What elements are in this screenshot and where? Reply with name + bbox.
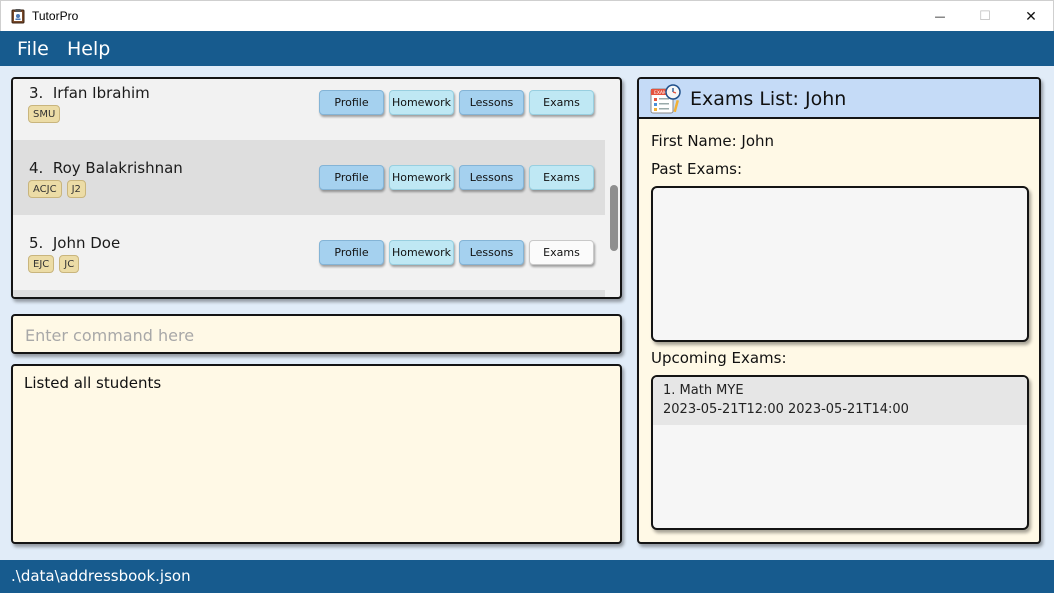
student-name: 3. Irfan Ibrahim	[29, 84, 150, 102]
lessons-button[interactable]: Lessons	[459, 165, 524, 190]
close-button[interactable]: ✕	[1008, 1, 1054, 32]
tag-list: EJC JC	[28, 255, 80, 273]
lessons-button[interactable]: Lessons	[459, 240, 524, 265]
tag: SMU	[28, 105, 61, 123]
list-item[interactable]: 4. Roy Balakrishnan ACJC J2 Profile Home…	[13, 140, 605, 215]
tag: ACJC	[28, 180, 62, 198]
command-box	[11, 314, 622, 354]
maximize-button[interactable]: ☐	[962, 1, 1008, 32]
homework-button[interactable]: Homework	[389, 240, 454, 265]
upcoming-exams-list[interactable]: 1. Math MYE 2023-05-21T12:00 2023-05-21T…	[651, 375, 1029, 530]
homework-button[interactable]: Homework	[389, 165, 454, 190]
exam-calendar-icon: EXAM	[650, 84, 681, 114]
clipboard-icon	[11, 9, 25, 24]
tag-list: SMU	[28, 105, 61, 123]
first-name-label: First Name: John	[651, 132, 775, 150]
list-item[interactable]	[13, 290, 605, 297]
main-area: 3. Irfan Ibrahim SMU Profile Homework Le…	[0, 66, 1054, 560]
list-scrollbar[interactable]	[610, 185, 618, 251]
window-title: TutorPro	[32, 9, 79, 23]
student-name: 5. John Doe	[29, 234, 121, 252]
result-text: Listed all students	[24, 374, 162, 392]
tag-list: ACJC J2	[28, 180, 86, 198]
title-bar: TutorPro — ☐ ✕	[0, 0, 1054, 31]
profile-button[interactable]: Profile	[319, 90, 384, 115]
student-name: 4. Roy Balakrishnan	[29, 159, 183, 177]
file-path: .\data\addressbook.json	[11, 567, 191, 585]
exam-start-time: 2023-05-21T12:00	[663, 402, 784, 417]
exam-name: 1. Math MYE	[663, 383, 744, 398]
lessons-button[interactable]: Lessons	[459, 90, 524, 115]
past-exams-label: Past Exams:	[651, 160, 743, 178]
exams-button[interactable]: Exams	[529, 165, 594, 190]
profile-button[interactable]: Profile	[319, 240, 384, 265]
homework-button[interactable]: Homework	[389, 90, 454, 115]
past-exams-list[interactable]	[651, 186, 1029, 342]
menu-file[interactable]: File	[17, 38, 49, 60]
profile-button[interactable]: Profile	[319, 165, 384, 190]
student-actions: Profile Homework Lessons Exams	[319, 165, 594, 190]
upcoming-exams-label: Upcoming Exams:	[651, 349, 787, 367]
exam-end-time: 2023-05-21T14:00	[788, 402, 909, 417]
tag: EJC	[28, 255, 55, 273]
exams-button[interactable]: Exams	[529, 240, 594, 265]
close-icon: ✕	[1025, 8, 1037, 25]
tag: JC	[59, 255, 80, 273]
command-input[interactable]	[25, 324, 605, 346]
exams-title: Exams List: John	[690, 88, 847, 110]
student-actions: Profile Homework Lessons Exams	[319, 240, 594, 265]
svg-text:EXAM: EXAM	[654, 90, 667, 96]
tag: J2	[66, 180, 86, 198]
status-bar: .\data\addressbook.json	[0, 560, 1054, 593]
menu-help[interactable]: Help	[67, 38, 110, 60]
minimize-icon: —	[934, 10, 946, 23]
student-list[interactable]: 3. Irfan Ibrahim SMU Profile Homework Le…	[11, 77, 622, 299]
exams-header: EXAM Exams List: John	[639, 79, 1039, 119]
student-actions: Profile Homework Lessons Exams	[319, 90, 594, 115]
minimize-button[interactable]: —	[917, 1, 963, 32]
list-item[interactable]: 5. John Doe EJC JC Profile Homework Less…	[13, 215, 605, 290]
exams-button[interactable]: Exams	[529, 90, 594, 115]
exams-panel: EXAM Exams List: John First Name: John P…	[637, 77, 1041, 544]
menu-bar: File Help	[0, 31, 1054, 66]
maximize-icon: ☐	[979, 9, 991, 24]
exam-item[interactable]: 1. Math MYE 2023-05-21T12:00 2023-05-21T…	[653, 377, 1027, 425]
result-display: Listed all students	[11, 364, 622, 544]
